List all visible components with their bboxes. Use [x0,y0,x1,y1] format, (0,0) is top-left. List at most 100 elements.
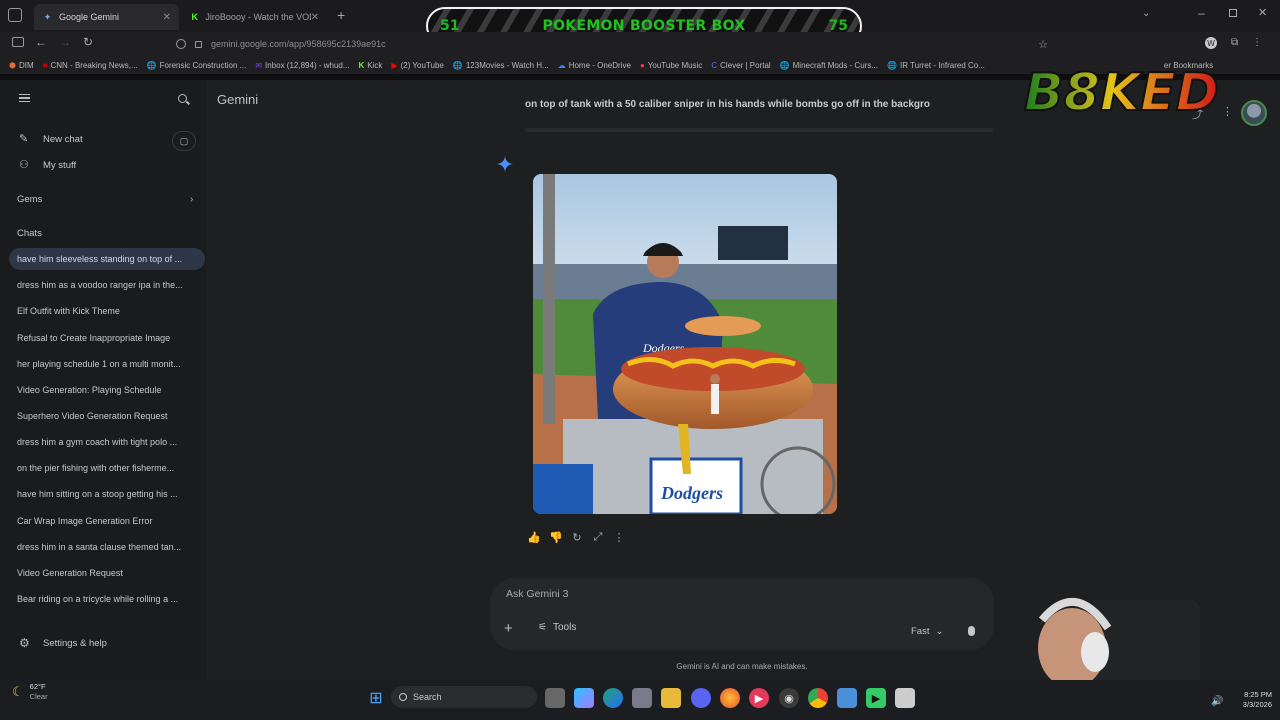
gems-heading[interactable]: Gems [17,194,42,205]
tab-actions-icon[interactable] [8,8,22,22]
bookmark-item[interactable]: ■ CNN - Breaking News,... [43,61,138,70]
search-icon [399,693,407,701]
bookmark-item[interactable]: ● YouTube Music [640,61,702,70]
main-menu-icon[interactable] [19,94,30,102]
tab-search-icon[interactable]: ⌄ [1142,8,1150,19]
disclaimer-text: Gemini is AI and can make mistakes. [676,662,808,671]
media-player-icon[interactable]: ▶ [749,688,769,708]
minimize-button[interactable]: – [1198,6,1205,20]
chat-item[interactable]: Elf Outfit with Kick Theme [9,300,205,322]
regenerate-icon[interactable]: ↻ [570,530,584,544]
chat-item[interactable]: Refusal to Create Inappropriate Image [9,327,205,349]
url-bar[interactable]: gemini.google.com/app/958695c2139ae91c ☆ [176,34,1056,54]
browser-menu-icon[interactable]: ⋮ [1252,37,1262,49]
chat-item[interactable]: have him sitting on a stoop getting his … [9,483,205,505]
tab-jiroboooy[interactable]: K JiroBoooy - Watch the VOD on ✕ [182,4,327,30]
thumbs-up-icon[interactable]: 👍 [527,530,541,544]
microphone-icon[interactable] [968,626,975,636]
app-icon[interactable] [895,688,915,708]
close-tab-icon[interactable]: ✕ [163,12,171,23]
cart-logo-text: Dodgers [660,483,723,503]
chat-item[interactable]: dress him a gym coach with tight polo ..… [9,431,205,453]
bookmark-item[interactable]: 🌐 123Movies - Watch H... [453,61,549,70]
close-window-button[interactable]: ✕ [1258,6,1267,19]
chat-item[interactable]: have him sleeveless standing on top of .… [9,248,205,270]
mode-selector[interactable]: Fast ⌄ [911,626,943,637]
bookmark-item[interactable]: ⬢ DIM [9,61,34,70]
bookmark-item[interactable]: ✉ Inbox (12,894) - whud... [255,61,349,70]
chat-item[interactable]: Video Generation Request [9,562,205,584]
extensions-area: W ⧉ ⋮ [1205,37,1262,49]
share-response-icon[interactable]: ⤢ [591,530,605,544]
clock-date: 3/3/2026 [1242,700,1272,709]
profile-w-icon[interactable]: W [1205,37,1217,49]
extensions-icon[interactable]: ⧉ [1231,37,1238,49]
prompt-input[interactable]: Ask Gemini 3 [506,588,568,600]
account-avatar[interactable] [1241,100,1267,126]
file-explorer-icon[interactable] [661,688,681,708]
volume-icon[interactable]: 🔊 [1211,696,1223,707]
settings-help-link[interactable]: Settings & help [43,638,107,649]
close-tab-icon[interactable]: ✕ [311,12,319,23]
taskbar-search[interactable]: Search [391,686,537,708]
bookmark-item[interactable]: 🌐 IR Turret - Infrared Co... [887,61,985,70]
store-icon[interactable] [632,688,652,708]
chat-item[interactable]: her playing schedule 1 on a multi monit.… [9,353,205,375]
chat-item[interactable]: dress him as a voodoo ranger ipa in the.… [9,274,205,296]
chevron-right-icon[interactable]: › [190,194,193,205]
photos-icon[interactable] [837,688,857,708]
temporary-chat-icon[interactable]: ▢ [172,131,196,151]
new-tab-button[interactable]: + [337,7,345,23]
back-button[interactable]: ← [35,35,47,49]
thumbs-down-icon[interactable]: 👎 [549,530,563,544]
weather-temp: 62°F [29,682,46,691]
site-info-icon[interactable] [176,39,186,49]
clock[interactable]: 8:25 PM 3/3/2026 [1228,690,1272,710]
prompt-divider [525,128,993,132]
copilot-icon[interactable] [574,688,594,708]
tab-google-gemini[interactable]: ✦ Google Gemini ✕ [34,4,179,30]
bookmark-star-icon[interactable]: ☆ [1038,38,1048,51]
streamlabs-icon[interactable]: ▶ [866,688,886,708]
chat-item[interactable]: Bear riding on a tricycle while rolling … [9,588,205,610]
chat-item[interactable]: Superhero Video Generation Request [9,405,205,427]
search-icon[interactable] [178,94,190,105]
start-button[interactable]: ⊞ [366,688,386,708]
bookmark-item[interactable]: 🌐 Minecraft Mods - Curs... [780,61,878,70]
bookmark-item[interactable]: ▶ (2) YouTube [391,61,443,70]
tools-button[interactable]: ⚟ Tools [538,622,576,633]
my-stuff-icon: ⚇ [19,159,29,171]
page-title[interactable]: Gemini [217,92,258,107]
lock-icon [195,40,202,48]
chat-item[interactable]: dress him in a santa clause themed tan..… [9,536,205,558]
new-chat-icon[interactable]: ✎ [19,132,28,145]
gemini-tab-icon: ✦ [43,11,52,22]
split-view-icon[interactable] [12,37,24,47]
bookmark-item[interactable]: ☁ Home - OneDrive [558,61,631,70]
chats-heading: Chats [17,228,42,239]
generated-image[interactable]: Dodgers Dodgers [533,174,837,514]
firefox-icon[interactable] [720,688,740,708]
add-files-icon[interactable]: + [504,620,513,637]
new-chat-button[interactable]: New chat [43,134,83,145]
bookmark-item[interactable]: 🌐 Forensic Construction ... [147,61,247,70]
weather-widget[interactable]: ☾ 62°F Clear [12,682,48,702]
bookmark-item[interactable]: C Clever | Portal [711,61,770,70]
my-stuff-link[interactable]: My stuff [43,160,76,171]
edge-icon[interactable] [603,688,623,708]
more-icon[interactable]: ⋮ [612,530,626,544]
chrome-icon[interactable] [808,688,828,708]
tools-icon: ⚟ [538,622,547,633]
discord-icon[interactable] [691,688,711,708]
chat-item[interactable]: Video Generation: Playing Schedule [9,379,205,401]
chat-item[interactable]: on the pier fishing with other fisherme.… [9,457,205,479]
chat-item[interactable]: Car Wrap Image Generation Error [9,510,205,532]
reload-button[interactable]: ↻ [83,35,93,49]
weather-desc: Clear [29,692,48,701]
forward-button[interactable]: → [59,35,71,49]
settings-gear-icon: ⚙ [19,636,30,650]
task-view-icon[interactable] [545,688,565,708]
maximize-button[interactable] [1229,9,1237,17]
bookmark-item[interactable]: K Kick [359,61,383,70]
obs-icon[interactable]: ◉ [779,688,799,708]
